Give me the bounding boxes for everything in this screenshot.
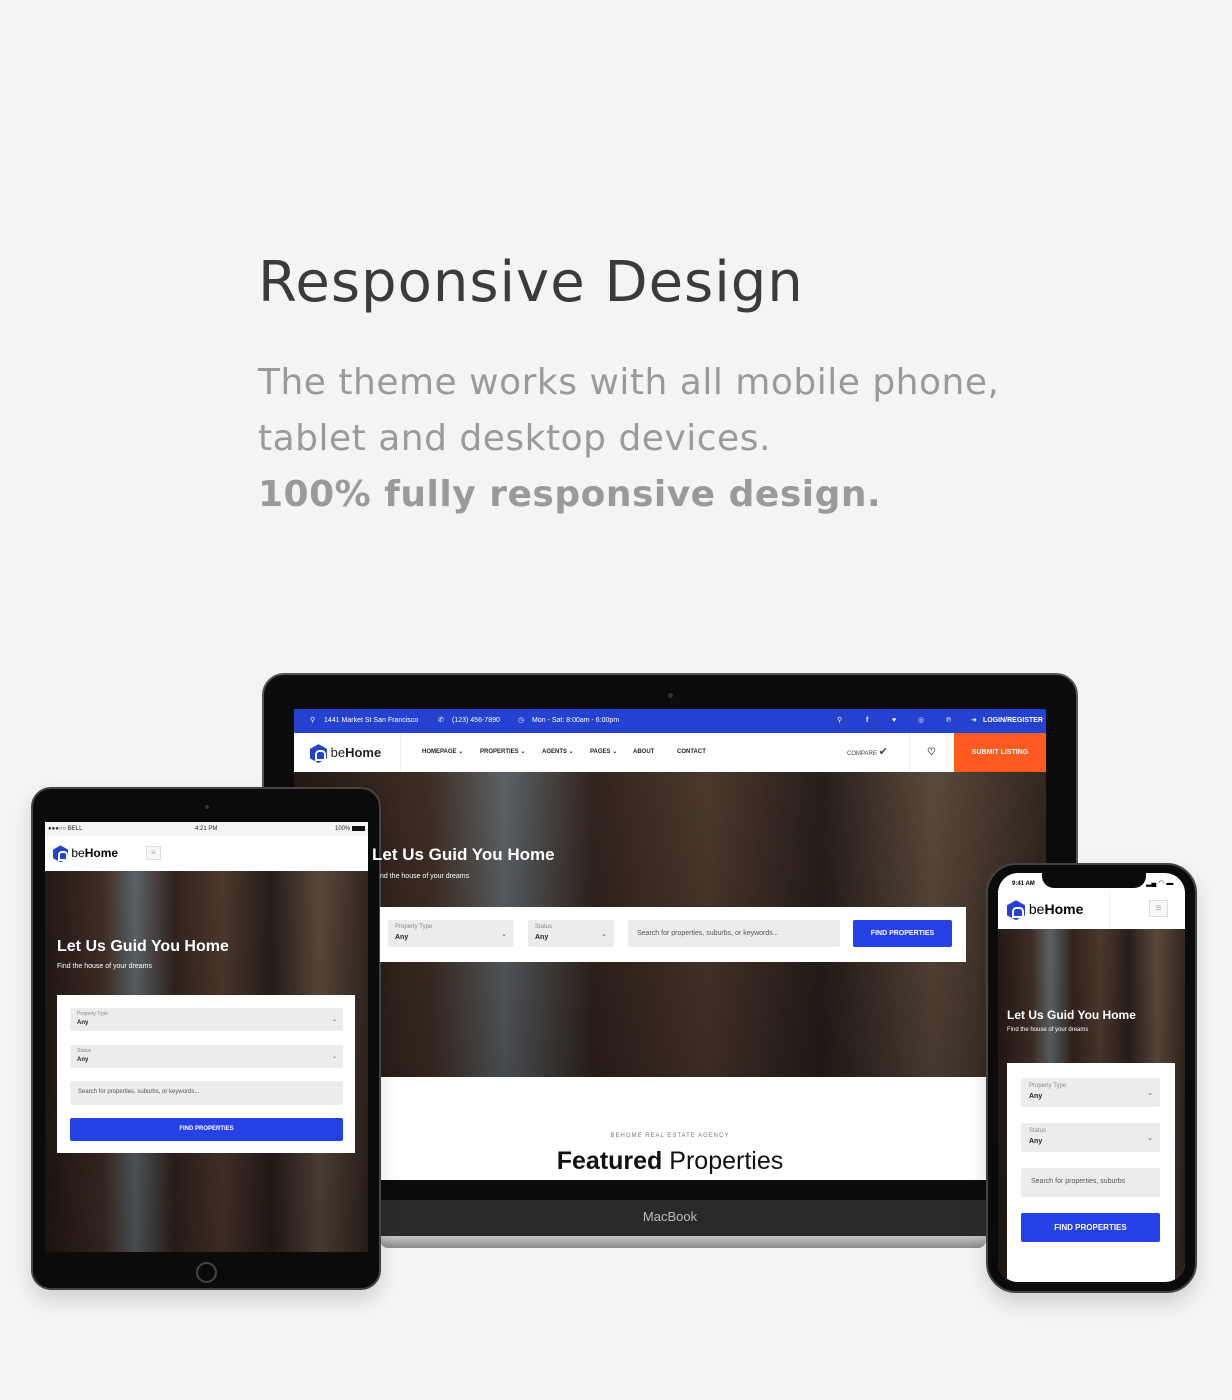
hero-title: Let Us Guid You Home (1007, 1008, 1136, 1022)
search-form: Property Type Any ⌄ Status Any ⌄ Search … (1007, 1063, 1175, 1282)
property-type-select[interactable]: Property Type Any ⌄ (70, 1008, 343, 1031)
facebook-icon[interactable]: f (866, 709, 868, 733)
twitter-icon[interactable]: ♥ (892, 709, 896, 733)
logo[interactable]: beHome (310, 733, 381, 772)
hero-title: Let Us Guid You Home (57, 938, 229, 955)
submit-listing-button[interactable]: SUBMIT LISTING (954, 733, 1046, 772)
find-properties-button[interactable]: FIND PROPERTIES (1021, 1213, 1160, 1242)
description-line-1: The theme works with all mobile phone, (258, 362, 1000, 403)
chevron-down-icon: ⌄ (331, 1054, 337, 1060)
address: 1441 Market St San Francisco (324, 717, 419, 724)
keyword-search-input[interactable]: Search for properties, suburbs (1021, 1168, 1160, 1197)
nav-agents[interactable]: AGENTS ⌄ (542, 733, 574, 772)
top-bar: ⚲ 1441 Market St San Francisco ✆ (123) 4… (294, 709, 1046, 733)
chevron-down-icon: ⌄ (1147, 1090, 1153, 1097)
tablet-screen: ●●●○○ BELL 4:21 PM 100% beHome ≡ Let Us … (45, 822, 368, 1252)
nav-properties[interactable]: PROPERTIES ⌄ (480, 733, 525, 772)
search-icon[interactable]: ⚲ (837, 709, 842, 733)
main-nav: beHome HOMEPAGE ⌄ PROPERTIES ⌄ AGENTS ⌄ … (294, 733, 1046, 772)
status-time: 9:41 AM (1012, 881, 1035, 887)
status-bar: ●●●○○ BELL 4:21 PM 100% (45, 822, 368, 836)
status-select[interactable]: Status Any ⌄ (70, 1045, 343, 1068)
hero-subtitle: Find the house of your dreams (1007, 1027, 1089, 1033)
instagram-icon[interactable]: ◎ (918, 709, 924, 733)
search-form: Property Type Any ⌄ Status Any ⌄ Search … (57, 995, 355, 1153)
nav-pages[interactable]: PAGES ⌄ (590, 733, 617, 772)
section-title: Featured Properties (556, 1147, 784, 1175)
laptop-screen: ⚲ 1441 Market St San Francisco ✆ (123) 4… (294, 709, 1046, 1180)
hamburger-menu-icon[interactable]: ≡ (146, 846, 161, 860)
hamburger-menu-icon[interactable]: ≡ (1149, 900, 1168, 917)
logo[interactable]: beHome (53, 844, 118, 863)
mobile-header: beHome ≡ (45, 836, 368, 871)
find-properties-button[interactable]: FIND PROPERTIES (70, 1118, 343, 1141)
login-register-link[interactable]: LOGIN/REGISTER (983, 709, 1043, 733)
search-form: Property Type Any ⌄ Status Any ⌄ Search … (380, 907, 966, 962)
laptop-camera (668, 693, 673, 698)
tablet-home-button[interactable] (196, 1262, 217, 1283)
hero-subtitle: Find the house of your dreams (57, 963, 152, 970)
keyword-search-input[interactable]: Search for properties, suburbs, or keywo… (70, 1081, 343, 1105)
chevron-down-icon: ⌄ (1147, 1135, 1153, 1142)
phone-screen: 9:41 AM ▂▄ ◠ ▬ beHome ≡ Let Us Guid You … (998, 873, 1185, 1282)
hero-subtitle: nd the house of your dreams (380, 873, 470, 880)
nav-about[interactable]: ABOUT (633, 733, 654, 772)
phone[interactable]: (123) 456-7890 (452, 709, 500, 733)
compare-link[interactable]: COMPARE ✔ (847, 733, 888, 774)
mobile-header: beHome ≡ (998, 893, 1185, 929)
hours: Mon - Sat: 8:00am - 6:00pm (532, 717, 620, 724)
phone-icon: ✆ (438, 717, 444, 724)
description-line-3: 100% fully responsive design. (258, 474, 882, 515)
check-circle-icon: ✔ (878, 746, 888, 758)
status-select[interactable]: Status Any ⌄ (528, 920, 614, 947)
heart-icon[interactable]: ♡ (927, 733, 936, 772)
hero-title: Let Us Guid You Home (372, 845, 555, 864)
logo-icon (1007, 900, 1025, 921)
section-eyebrow: BEHOME REAL ESTATE AGENCY (610, 1133, 730, 1139)
chevron-down-icon: ⌄ (601, 931, 607, 938)
tablet-camera (205, 805, 209, 809)
property-type-select[interactable]: Property Type Any ⌄ (1021, 1078, 1160, 1107)
pinterest-icon[interactable]: ℗ (946, 709, 951, 733)
description-line-2: tablet and desktop devices. (258, 418, 771, 459)
page-title: Responsive Design (258, 250, 804, 315)
chevron-down-icon: ⌄ (331, 1017, 337, 1023)
battery-icon (352, 826, 365, 831)
login-icon: ➜ (971, 717, 977, 724)
logo[interactable]: beHome (1007, 899, 1083, 921)
nav-homepage[interactable]: HOMEPAGE ⌄ (422, 733, 463, 772)
property-type-select[interactable]: Property Type Any ⌄ (388, 920, 514, 947)
clock-icon: ◷ (518, 717, 525, 724)
signal-battery-icons: ▂▄ ◠ ▬ (1146, 880, 1174, 887)
location-icon: ⚲ (310, 717, 316, 724)
nav-contact[interactable]: CONTACT (677, 733, 706, 772)
logo-icon (53, 845, 68, 863)
chevron-down-icon: ⌄ (501, 931, 507, 938)
logo-icon (310, 744, 327, 764)
status-select[interactable]: Status Any ⌄ (1021, 1123, 1160, 1152)
keyword-search-input[interactable]: Search for properties, suburbs, or keywo… (628, 920, 840, 947)
find-properties-button[interactable]: FIND PROPERTIES (853, 920, 952, 947)
phone-notch (1042, 873, 1146, 888)
